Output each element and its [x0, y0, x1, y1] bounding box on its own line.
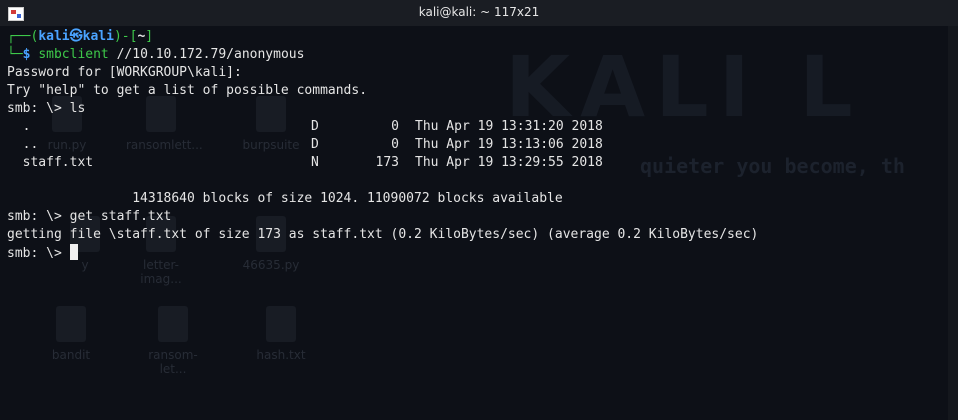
desktop-icon-ransom-letter: ransom-let... [138, 306, 208, 376]
desktop-icon-hash: hash.txt [246, 306, 316, 362]
help-line: Try "help" to get a list of possible com… [7, 83, 368, 98]
prompt-line-1: ┌──(kali㉿kali)-[~] [7, 29, 154, 44]
active-prompt-line[interactable]: smb: \> [7, 244, 758, 262]
lock-file-icon [56, 306, 86, 342]
desktop-icon-bandit: bandit [36, 306, 106, 362]
text-cursor [69, 244, 78, 260]
file-icon [266, 306, 296, 342]
terminal-output: ┌──(kali㉿kali)-[~] └─$ smbclient //10.10… [7, 28, 758, 262]
title-bar[interactable]: kali@kali: ~ 117x21 [0, 0, 958, 27]
listing-row: .. D 0 Thu Apr 19 13:13:06 2018 [7, 137, 603, 152]
lock-file-icon [158, 306, 188, 342]
get-command-line: smb: \> get staff.txt [7, 209, 172, 224]
getting-file-line: getting file \staff.txt of size 173 as s… [7, 227, 759, 242]
ls-command-line: smb: \> ls [7, 101, 86, 116]
listing-row: . D 0 Thu Apr 19 13:31:20 2018 [7, 119, 603, 134]
terminal-view[interactable]: KALI L quieter you become, th run.py ran… [0, 26, 948, 420]
listing-row: staff.txt N 173 Thu Apr 19 13:29:55 2018 [7, 155, 603, 170]
terminal-scrollbar[interactable] [948, 26, 958, 420]
password-line: Password for [WORKGROUP\kali]: [7, 65, 242, 80]
window-title: kali@kali: ~ 117x21 [418, 5, 540, 19]
blocks-line: 14318640 blocks of size 1024. 11090072 b… [7, 191, 563, 206]
prompt-line-2: └─$ smbclient //10.10.172.79/anonymous [7, 47, 305, 62]
